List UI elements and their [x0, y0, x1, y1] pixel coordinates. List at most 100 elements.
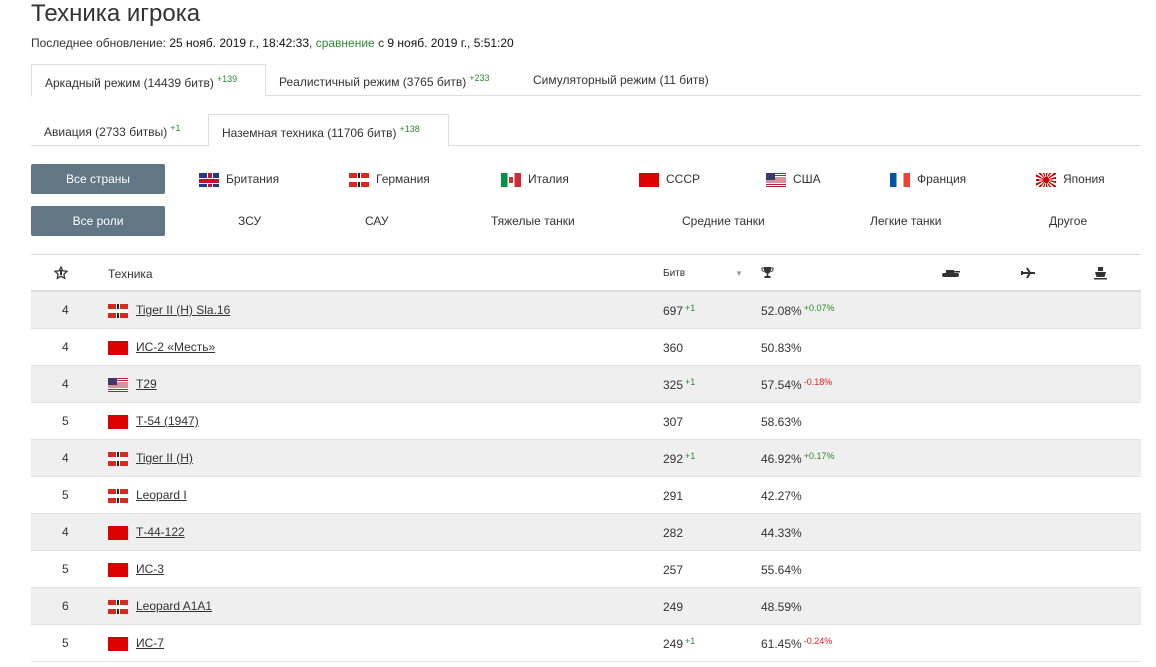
- germany-flag-icon: [349, 172, 369, 187]
- vehicle-link[interactable]: ИС-3: [136, 562, 164, 576]
- tab-aviation[interactable]: Авиация (2733 битвы) +1: [44, 114, 181, 146]
- role-light-tanks[interactable]: Легкие танки: [870, 212, 942, 230]
- country-flag-icon: [108, 303, 135, 318]
- battles-value: 325: [663, 378, 684, 392]
- vehicle-type-tabs: Авиация (2733 битвы) +1 Наземная техника …: [31, 114, 1141, 147]
- country-flag-icon: [108, 451, 135, 466]
- role-spg[interactable]: САУ: [365, 212, 389, 230]
- table-row: 4 Tiger II (H) Sla.16 697 +1 52.08% +0.07%: [31, 292, 1141, 329]
- tab-delta: +1: [170, 123, 181, 133]
- battles-value: 292: [663, 452, 684, 466]
- rank-value: 6: [62, 599, 69, 613]
- role-spaa[interactable]: ЗСУ: [238, 212, 261, 230]
- battles-delta: +1: [685, 451, 696, 461]
- winrate-value: 61.45%: [761, 637, 802, 651]
- battles-cell: 249: [663, 599, 685, 614]
- vehicle-link[interactable]: Leopard A1A1: [136, 599, 212, 613]
- role-other[interactable]: Другое: [1049, 212, 1087, 230]
- trophy-icon[interactable]: [761, 266, 774, 279]
- table-row: 4 ИС-2 «Месть» 360 50.83%: [31, 329, 1141, 366]
- vehicle-link[interactable]: ИС-2 «Месть»: [136, 340, 215, 354]
- ground-kills-tank-icon[interactable]: [941, 268, 961, 278]
- vehicle-link[interactable]: Tiger II (H) Sla.16: [136, 303, 230, 317]
- winrate-cell: 48.59%: [761, 599, 804, 614]
- uk-flag-icon: [199, 172, 219, 187]
- vehicle-link[interactable]: Tiger II (H): [136, 451, 193, 465]
- country-italy[interactable]: Италия: [501, 170, 569, 188]
- winrate-cell: 50.83%: [761, 340, 804, 355]
- all-roles-button[interactable]: Все роли: [31, 206, 165, 236]
- vehicle-link[interactable]: Т-54 (1947): [136, 414, 199, 428]
- battles-column-header[interactable]: Битв: [663, 268, 685, 279]
- tab-label: Аркадный режим (14439 битв): [45, 76, 214, 90]
- tab-ground-vehicles[interactable]: Наземная техника (11706 битв) +138: [208, 114, 449, 147]
- winrate-delta: +0.17%: [803, 451, 835, 461]
- vehicle-link[interactable]: Leopard I: [136, 488, 187, 502]
- tab-realistic[interactable]: Реалистичный режим (3765 битв) +233: [279, 64, 490, 96]
- role-heavy-tanks[interactable]: Тяжелые танки: [491, 212, 575, 230]
- battles-delta: +1: [685, 636, 696, 646]
- ship-icon[interactable]: [1093, 266, 1108, 280]
- vehicle-link[interactable]: ИС-7: [136, 636, 164, 650]
- country-flag-icon: [108, 636, 135, 651]
- winrate-delta: -0.18%: [803, 377, 833, 387]
- country-label: Италия: [528, 172, 569, 186]
- vehicle-link[interactable]: T29: [136, 377, 157, 391]
- country-britain[interactable]: Британия: [199, 170, 279, 188]
- country-ussr[interactable]: СССР: [639, 170, 700, 188]
- sort-desc-icon[interactable]: ▼: [735, 269, 743, 278]
- tab-label: Симуляторный режим (11 битв): [533, 73, 709, 87]
- rank-value: 4: [62, 303, 69, 317]
- country-flag-icon: [108, 340, 135, 355]
- table-row: 5 ИС-3 257 55.64%: [31, 551, 1141, 588]
- rank-value: 4: [62, 340, 69, 354]
- rank-value: 4: [62, 377, 69, 391]
- air-kills-plane-icon[interactable]: [1020, 266, 1036, 280]
- vehicle-link[interactable]: Т-44-122: [136, 525, 185, 539]
- battles-cell: 282: [663, 525, 685, 540]
- last-update-line: Последнее обновление: 25 нояб. 2019 г., …: [31, 36, 514, 50]
- winrate-cell: 46.92% +0.17%: [761, 451, 834, 466]
- winrate-value: 52.08%: [761, 304, 802, 318]
- winrate-cell: 57.54% -0.18%: [761, 377, 832, 392]
- rank-sort-icon[interactable]: [54, 266, 68, 280]
- tab-label: Авиация (2733 битвы): [44, 125, 168, 139]
- compare-link[interactable]: сравнение: [316, 36, 375, 50]
- japan-flag-icon: [1036, 172, 1056, 187]
- tab-arcade[interactable]: Аркадный режим (14439 битв) +139: [31, 64, 266, 97]
- country-label: СССР: [666, 172, 701, 186]
- compare-date: 9 нояб. 2019 г., 5:51:20: [387, 36, 514, 50]
- mode-tabs: Аркадный режим (14439 битв) +139 Реалисти…: [31, 64, 1141, 97]
- winrate-cell: 61.45% -0.24%: [761, 636, 832, 651]
- battles-delta: +1: [685, 377, 696, 387]
- tab-delta: +139: [216, 74, 238, 84]
- winrate-value: 58.63%: [761, 415, 802, 429]
- vehicle-table: Техника Битв ▼ 4 Tiger II (H) Sla.16 697 +1…: [31, 254, 1141, 662]
- role-medium-tanks[interactable]: Средние танки: [682, 212, 765, 230]
- rank-value: 5: [62, 488, 69, 502]
- country-japan[interactable]: Япония: [1036, 170, 1105, 188]
- winrate-delta: -0.24%: [803, 636, 833, 646]
- winrate-value: 46.92%: [761, 452, 802, 466]
- tab-simulator[interactable]: Симуляторный режим (11 битв): [533, 64, 709, 96]
- battles-cell: 360: [663, 340, 685, 355]
- winrate-value: 55.64%: [761, 563, 802, 577]
- country-france[interactable]: Франция: [890, 170, 966, 188]
- country-germany[interactable]: Германия: [349, 170, 430, 188]
- battles-cell: 697 +1: [663, 303, 695, 318]
- country-flag-icon: [108, 525, 135, 540]
- battles-value: 360: [663, 341, 684, 355]
- page-title: Техника игрока: [31, 0, 201, 27]
- vehicle-column-header[interactable]: Техника: [108, 267, 153, 281]
- table-row: 5 Т-54 (1947) 307 58.63%: [31, 403, 1141, 440]
- country-usa[interactable]: США: [766, 170, 821, 188]
- table-row: 4 T29 325 +1 57.54% -0.18%: [31, 366, 1141, 403]
- compare-with-label: с: [378, 36, 385, 50]
- battles-cell: 291: [663, 488, 685, 503]
- country-flag-icon: [108, 599, 135, 614]
- winrate-cell: 42.27%: [761, 488, 804, 503]
- all-countries-button[interactable]: Все страны: [31, 164, 165, 194]
- usa-flag-icon: [766, 172, 786, 187]
- battles-cell: 307: [663, 414, 685, 429]
- winrate-value: 42.27%: [761, 489, 802, 503]
